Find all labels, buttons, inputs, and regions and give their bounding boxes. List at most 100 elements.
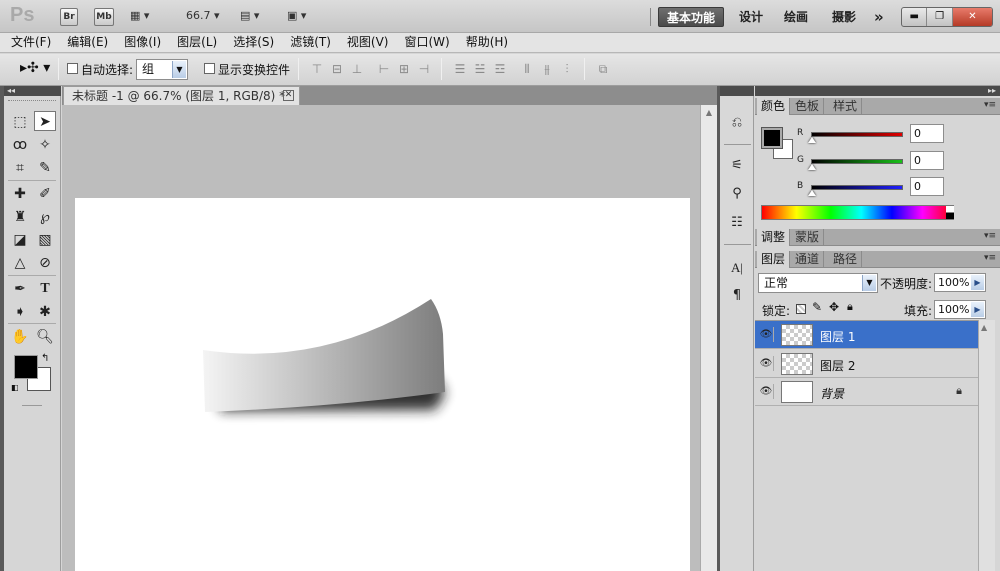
document-tab[interactable]: 未标题 -1 @ 66.7% (图层 1, RGB/8) * ✕ [63,86,300,105]
brush-presets-panel-icon[interactable]: ⚟ [727,156,747,176]
crop-tool-icon[interactable]: ⌗ [9,158,31,178]
close-button[interactable]: ✕ [952,8,992,26]
align-bottom-icon[interactable]: ⊥ [350,62,364,76]
tab-masks[interactable]: 蒙版 [791,229,825,246]
distribute-bottom-icon[interactable]: ☲ [493,62,507,76]
tab-layers[interactable]: 图层 [757,251,791,268]
clone-stamp-tool-icon[interactable]: ♜ [9,207,31,227]
fill-slider-toggle-icon[interactable]: ▶ [971,302,984,317]
type-tool-icon[interactable]: T [34,279,56,299]
custom-shape-tool-icon[interactable]: ✱ [34,302,56,322]
gradient-tool-icon[interactable]: ▧ [34,230,56,250]
quick-mask-button[interactable] [22,405,42,406]
tab-channels[interactable]: 通道 [791,251,825,268]
fill-field[interactable]: 100% ▶ [934,300,986,319]
align-top-icon[interactable]: ⊤ [310,62,324,76]
menu-file[interactable]: 文件(F) [11,33,51,52]
workspace-painting[interactable]: 绘画 [776,7,816,27]
blue-slider-track[interactable] [811,185,903,190]
workspace-design[interactable]: 设计 [731,7,771,27]
opacity-slider-toggle-icon[interactable]: ▶ [971,275,984,290]
show-transform-checkbox[interactable] [204,63,215,74]
arrange-documents-dropdown[interactable]: ▤ ▾ [240,9,259,22]
foreground-color-swatch[interactable] [14,355,38,379]
menu-view[interactable]: 视图(V) [347,33,389,52]
auto-select-checkbox[interactable] [67,63,78,74]
eyedropper-tool-icon[interactable]: ✎ [34,158,56,178]
panel-menu-icon[interactable]: ▾≡ [984,253,996,263]
layer-row-background[interactable]: 👁︎ 背景 🔒︎ [755,378,978,406]
quick-select-tool-icon[interactable]: ✧ [34,135,56,155]
layer-row-1[interactable]: 👁︎ 图层 1 [755,321,978,349]
menu-select[interactable]: 选择(S) [233,33,274,52]
character-panel-icon[interactable]: A| [727,258,747,278]
minimize-button[interactable]: ▬ [902,8,928,26]
menu-edit[interactable]: 编辑(E) [67,33,108,52]
lock-position-icon[interactable]: ✥ [829,300,839,314]
dodge-tool-icon[interactable]: ⊘ [34,253,56,273]
layers-scrollbar[interactable]: ▲ [978,320,995,571]
align-left-icon[interactable]: ⊢ [377,62,391,76]
distribute-vcenter-icon[interactable]: ☱ [473,62,487,76]
color-spectrum-ramp[interactable] [761,205,954,220]
history-panel-icon[interactable]: ⎌ [727,113,747,133]
opacity-field[interactable]: 100% ▶ [934,273,986,292]
blue-value-field[interactable]: 0 [910,177,944,196]
blur-tool-icon[interactable]: △ [9,253,31,273]
tab-color[interactable]: 颜色 [757,98,791,115]
panel-menu-icon[interactable]: ▾≡ [984,231,996,241]
green-slider-thumb[interactable] [808,164,816,170]
mini-bridge-button[interactable]: Mb [94,8,114,26]
eye-icon[interactable]: 👁︎ [759,356,774,371]
lock-pixels-icon[interactable]: ✎ [812,300,822,314]
close-tab-icon[interactable]: ✕ [283,90,294,101]
bridge-button[interactable]: Br [60,8,78,26]
hand-tool-icon[interactable]: ✋ [9,327,31,347]
distribute-top-icon[interactable]: ☰ [453,62,467,76]
red-value-field[interactable]: 0 [910,124,944,143]
distribute-hcenter-icon[interactable]: ⫵ [540,62,554,76]
scroll-up-icon[interactable]: ▲ [703,108,715,118]
red-slider-thumb[interactable] [808,137,816,143]
pen-tool-icon[interactable]: ✒ [9,279,31,299]
scroll-up-icon[interactable]: ▲ [981,323,987,332]
tab-paths[interactable]: 路径 [829,251,863,268]
auto-align-layers-icon[interactable]: ⧉ [596,62,610,76]
tab-swatches[interactable]: 色板 [791,98,825,115]
lasso-tool-icon[interactable]: ꝏ [9,135,31,155]
menu-help[interactable]: 帮助(H) [466,33,508,52]
lock-transparency-icon[interactable] [796,304,806,314]
default-colors-icon[interactable]: ◧ [11,383,19,392]
red-slider-track[interactable] [811,132,903,137]
canvas-vertical-scrollbar[interactable]: ▲ [700,105,717,571]
menu-filter[interactable]: 滤镜(T) [290,33,331,52]
layer-row-2[interactable]: 👁︎ 图层 2 [755,350,978,378]
move-tool-preset-icon[interactable]: ▸✣ ▾ [20,60,50,76]
green-value-field[interactable]: 0 [910,151,944,170]
zoom-level-dropdown[interactable]: 66.7 ▾ [186,9,220,22]
auto-select-dropdown[interactable]: 组 ▼ [136,59,188,80]
align-right-icon[interactable]: ⊣ [417,62,431,76]
document-canvas[interactable] [75,198,690,571]
blend-mode-dropdown[interactable]: 正常 ▼ [758,273,878,293]
eye-icon[interactable]: 👁︎ [759,384,774,399]
menu-layer[interactable]: 图层(L) [177,33,217,52]
tab-styles[interactable]: 样式 [829,98,863,115]
swap-colors-icon[interactable]: ↰ [41,353,49,364]
panel-menu-icon[interactable]: ▾≡ [984,100,996,110]
align-vcenter-icon[interactable]: ⊟ [330,62,344,76]
tab-adjustments[interactable]: 调整 [757,229,791,246]
rect-marquee-tool-icon[interactable]: ⬚ [9,112,31,132]
eye-icon[interactable]: 👁︎ [759,327,774,342]
screen-mode-dropdown[interactable]: ▣ ▾ [287,9,306,22]
path-selection-tool-icon[interactable]: ➧ [9,302,31,322]
paragraph-panel-icon[interactable]: ¶ [727,286,747,306]
move-tool-icon[interactable]: ➤ [34,111,56,131]
more-workspaces-button[interactable]: » [866,7,892,27]
healing-brush-tool-icon[interactable]: ✚ [9,184,31,204]
restore-button[interactable]: ❐ [927,8,953,26]
view-extras-dropdown[interactable]: ▦ ▾ [130,9,149,22]
lock-all-icon[interactable]: 🔒︎ [847,300,853,314]
tool-presets-panel-icon[interactable]: ☷ [727,213,747,233]
eraser-tool-icon[interactable]: ◪ [9,230,31,250]
